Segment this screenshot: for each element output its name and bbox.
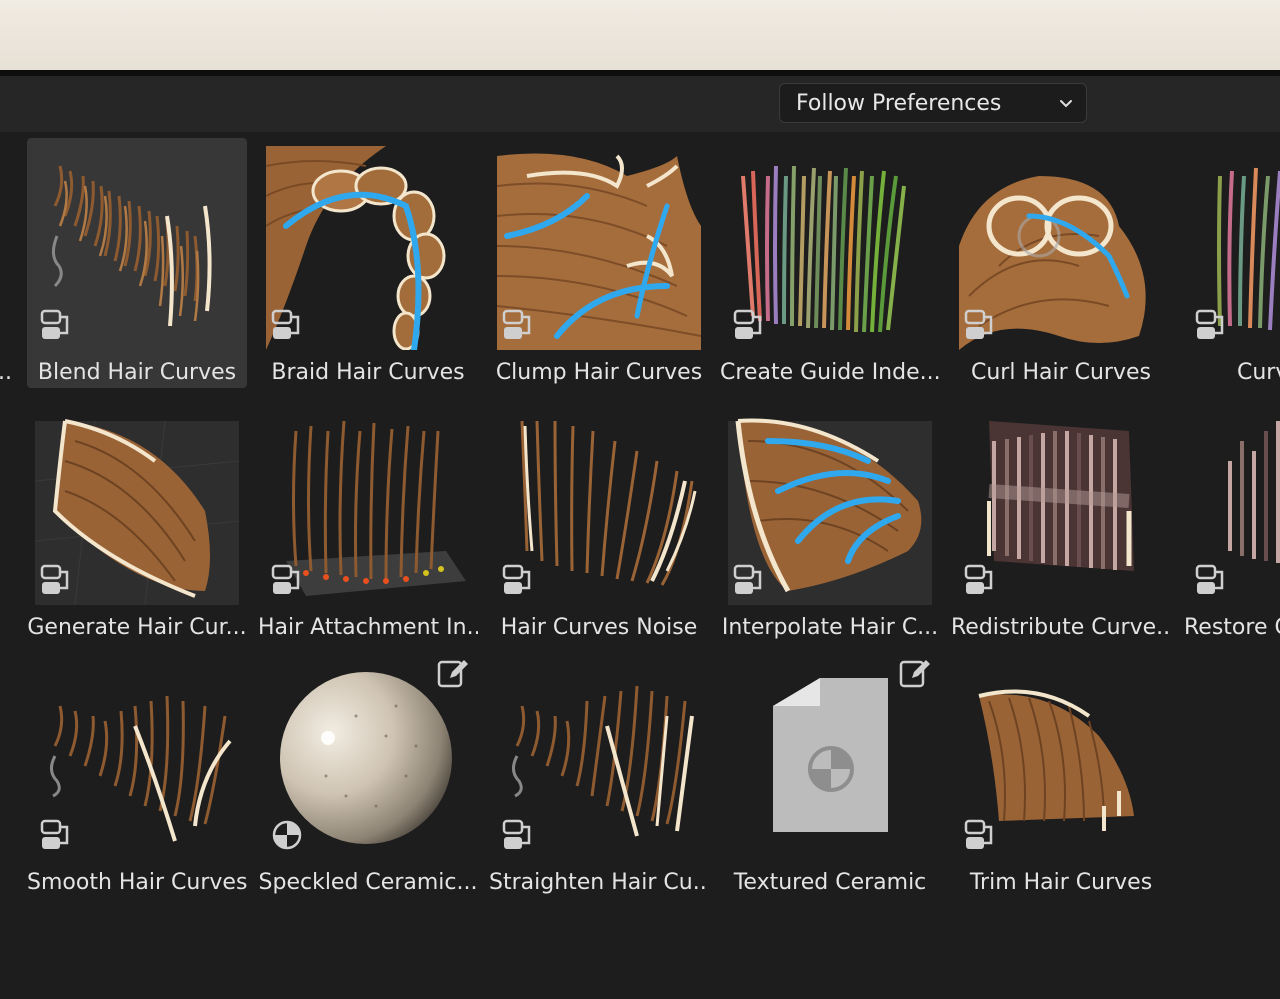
asset-label: Interpolate Hair C... (721, 615, 939, 640)
node-group-icon (502, 819, 531, 849)
asset-label: Speckled Ceramic... (258, 870, 478, 895)
node-group-icon (733, 564, 762, 594)
asset-tile-redistribute-curves[interactable]: Redistribute Curve... (951, 393, 1171, 643)
asset-label: Curv (1237, 360, 1280, 385)
asset-tile-curl-hair-curves[interactable]: Curl Hair Curves (951, 138, 1171, 388)
node-group-icon (964, 309, 993, 339)
asset-label: Clump Hair Curves (495, 360, 703, 385)
dropdown-value: Follow Preferences (796, 90, 1002, 116)
asset-tile-smooth-hair-curves[interactable]: Smooth Hair Curves (27, 648, 247, 898)
edit-icon[interactable] (436, 656, 470, 690)
node-group-icon (40, 309, 69, 339)
asset-tile-hair-attachment[interactable]: Hair Attachment In... (258, 393, 478, 643)
asset-label: Straighten Hair Cu... (489, 870, 709, 895)
asset-label: Curl Hair Curves (971, 360, 1151, 385)
asset-tile-interpolate-hair-curves[interactable]: Interpolate Hair C... (720, 393, 940, 643)
asset-label: Redistribute Curve... (951, 615, 1171, 640)
asset-browser-header (0, 76, 1280, 132)
asset-grid: ... Blend Hair Curves (0, 132, 1280, 999)
asset-tile-clump-hair-curves[interactable]: Clump Hair Curves (489, 138, 709, 388)
asset-tile-straighten-hair-curves[interactable]: Straighten Hair Cu... (489, 648, 709, 898)
asset-label: Hair Curves Noise (500, 615, 698, 640)
asset-label: Hair Attachment In... (258, 615, 478, 640)
asset-tile[interactable]: ... (0, 138, 16, 388)
node-group-icon (40, 819, 69, 849)
asset-tile-blend-hair-curves[interactable]: Blend Hair Curves (27, 138, 247, 388)
asset-label: Generate Hair Cur... (27, 615, 247, 640)
chevron-down-icon (1060, 100, 1072, 108)
asset-tile-create-guide-index[interactable]: Create Guide Inde... (720, 138, 940, 388)
asset-tile-speckled-ceramic[interactable]: Speckled Ceramic... (258, 648, 478, 898)
node-group-icon (1195, 309, 1224, 339)
asset-tile-curv[interactable]: Curv (1182, 138, 1280, 388)
3d-viewport[interactable] (0, 0, 1280, 70)
node-group-icon (271, 309, 300, 339)
asset-label: Blend Hair Curves (37, 360, 237, 385)
material-icon (272, 820, 302, 850)
asset-label: ... (0, 360, 12, 385)
node-group-icon (40, 564, 69, 594)
asset-tile-hair-curves-noise[interactable]: Hair Curves Noise (489, 393, 709, 643)
edit-icon[interactable] (898, 656, 932, 690)
asset-tile-textured-ceramic[interactable]: Textured Ceramic (720, 648, 940, 898)
asset-label: Smooth Hair Curves (27, 870, 247, 895)
asset-tile-generate-hair-curves[interactable]: Generate Hair Cur... (27, 393, 247, 643)
import-method-dropdown[interactable]: Follow Preferences (779, 83, 1087, 123)
node-group-icon (271, 564, 300, 594)
asset-tile-restore-curve[interactable]: Restore C (1182, 393, 1280, 643)
asset-label: Braid Hair Curves (271, 360, 465, 385)
asset-label: Restore C (1184, 615, 1280, 640)
node-group-icon (964, 819, 993, 849)
node-group-icon (502, 564, 531, 594)
asset-tile-braid-hair-curves[interactable]: Braid Hair Curves (258, 138, 478, 388)
node-group-icon (733, 309, 762, 339)
asset-label: Trim Hair Curves (969, 870, 1153, 895)
asset-label: Create Guide Inde... (720, 360, 940, 385)
asset-tile-trim-hair-curves[interactable]: Trim Hair Curves (951, 648, 1171, 898)
node-group-icon (964, 564, 993, 594)
node-group-icon (502, 309, 531, 339)
asset-label: Textured Ceramic (733, 870, 927, 895)
node-group-icon (1195, 564, 1224, 594)
